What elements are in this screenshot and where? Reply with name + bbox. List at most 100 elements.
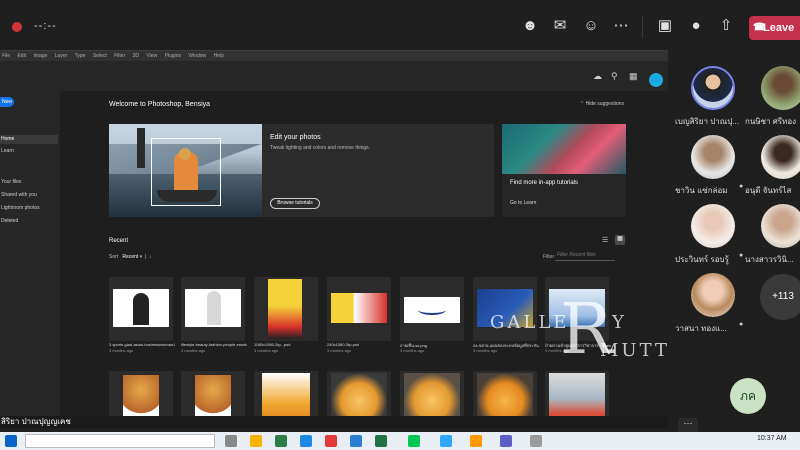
watermark-gallery: GALLE <box>490 312 570 333</box>
participant-name: ชาวิน แซ่กล่อม <box>675 186 728 195</box>
sort-value[interactable]: Recent <box>122 254 138 260</box>
people-icon[interactable]: ☻ <box>521 17 539 35</box>
menu-edit[interactable]: Edit <box>17 53 26 59</box>
flamingo-image <box>502 124 626 174</box>
app-icon-2[interactable] <box>530 435 542 447</box>
sidebar-item-learn[interactable]: Learn <box>0 147 58 156</box>
muted-mic-icon: ● <box>739 183 744 190</box>
filter-label: Filter <box>543 254 555 260</box>
menu-3d[interactable]: 3D <box>133 53 139 59</box>
file-preview <box>185 289 241 327</box>
filter-input[interactable]: Filter Recent files <box>555 252 615 261</box>
hero-selection <box>151 138 221 206</box>
menu-filter[interactable]: Filter <box>114 53 125 59</box>
gift-icon[interactable]: ▦ <box>629 71 638 82</box>
sort-label: Sort <box>109 254 119 260</box>
new-file-button[interactable]: New <box>0 97 14 107</box>
photoshop-menubar: File Edit Image Layer Type Select Filter… <box>0 51 668 61</box>
menu-image[interactable]: Image <box>33 53 47 59</box>
recent-title: Recent <box>109 238 129 244</box>
menu-help[interactable]: Help <box>214 53 224 59</box>
chrome-icon[interactable] <box>275 435 287 447</box>
menu-type[interactable]: Type <box>75 53 86 59</box>
file-preview <box>113 289 169 327</box>
browse-tutorials-button[interactable]: Browse tutorials <box>270 198 320 209</box>
more-actions-icon[interactable]: ⋯ <box>612 17 630 35</box>
watermark-mutt: MUTT <box>600 340 670 361</box>
file-name: 240x1080-3tp.psd <box>327 342 360 347</box>
menu-layer[interactable]: Layer <box>55 53 68 59</box>
participant-avatar <box>691 66 735 110</box>
user-avatar[interactable] <box>649 73 663 87</box>
participant-name: ประวินทร์ รอบรู้ <box>675 255 729 264</box>
photoshop-icon[interactable] <box>440 435 452 447</box>
sort-control[interactable]: Sort Recent ▾ | ↓ <box>109 254 151 260</box>
file-thumb-3[interactable] <box>254 277 318 341</box>
chat-icon[interactable]: ✉ <box>551 17 569 35</box>
file-thumb-4[interactable] <box>327 277 391 341</box>
hide-suggestions-label: Hide suggestions <box>585 101 624 107</box>
participant-avatar <box>761 204 800 248</box>
menu-window[interactable]: Window <box>188 53 206 59</box>
participants-gallery: เบญสิริยา ปาณปุ... กนษิชา ศรีทอง ชาวิน แ… <box>670 50 800 430</box>
sidebar-item-deleted[interactable]: Deleted <box>0 217 58 226</box>
excel-icon[interactable] <box>375 435 387 447</box>
taskbar-clock: 10:37 AM <box>757 435 787 442</box>
menu-select[interactable]: Select <box>93 53 107 59</box>
menu-plugins[interactable]: Plugins <box>165 53 181 59</box>
meeting-timer: --:-- <box>34 20 57 32</box>
file-name: 3 sports-glad-asian-businesswoman-black-… <box>109 342 175 347</box>
leave-button[interactable]: ☎ Leave <box>749 16 800 40</box>
hide-suggestions-link[interactable]: ⌃ Hide suggestions <box>580 101 624 107</box>
hero-toolbar <box>137 128 145 168</box>
more-participants-count[interactable]: +113 <box>760 274 800 320</box>
file-preview <box>331 293 387 323</box>
self-avatar[interactable]: ภค <box>730 378 766 414</box>
reactions-icon[interactable]: ☺ <box>582 17 600 35</box>
camera-off-icon[interactable]: ▣ <box>656 17 674 35</box>
muted-mic-icon: ● <box>739 321 744 328</box>
menu-view[interactable]: View <box>146 53 157 59</box>
file-date: 3 months ago <box>181 348 206 353</box>
sidebar-item-your-files[interactable]: Your files <box>0 178 58 187</box>
participant-name: นางสาวรวินิ... <box>745 255 794 264</box>
photoshop-header: ☁ ⚲ ▦ <box>0 61 668 91</box>
task-view-icon[interactable] <box>225 435 237 447</box>
search-icon[interactable]: ⚲ <box>611 71 618 82</box>
taskbar-search-input[interactable] <box>25 434 215 448</box>
sidebar-item-lightroom[interactable]: Lightroom photos <box>0 204 58 213</box>
leave-label: Leave <box>763 22 795 34</box>
mic-off-icon[interactable]: ● <box>687 17 705 35</box>
teams-icon[interactable] <box>500 435 512 447</box>
cloud-icon[interactable]: ☁ <box>593 71 602 82</box>
file-thumb-2[interactable] <box>181 277 245 341</box>
watermark-y: Y <box>612 312 627 333</box>
start-icon[interactable] <box>5 435 17 447</box>
list-view-icon[interactable]: ☰ <box>602 236 611 245</box>
more-options-button[interactable]: ⋯ <box>678 418 698 432</box>
go-to-learn-link[interactable]: Go to Learn <box>510 200 536 206</box>
sidebar-item-shared[interactable]: Shared with you <box>0 191 58 200</box>
participant-name: วาสนา ทองแ... <box>675 324 727 333</box>
participant-avatar <box>691 204 735 248</box>
word-icon[interactable] <box>350 435 362 447</box>
app-icon[interactable] <box>325 435 337 447</box>
edge-icon[interactable] <box>300 435 312 447</box>
participant-avatar <box>761 66 800 110</box>
participant-avatar <box>691 273 735 317</box>
file-thumb-5[interactable] <box>400 277 464 341</box>
edit-card-desc: Tweak lighting and colors and remove thi… <box>270 145 371 151</box>
grid-view-icon[interactable]: ▦ <box>615 235 625 245</box>
file-preview <box>404 297 460 323</box>
sidebar-item-home[interactable]: Home <box>0 135 58 144</box>
file-explorer-icon[interactable] <box>250 435 262 447</box>
share-screen-icon[interactable]: ⇧ <box>717 17 735 35</box>
illustrator-icon[interactable] <box>470 435 482 447</box>
file-preview <box>268 279 302 339</box>
file-thumb-1[interactable] <box>109 277 173 341</box>
toolbar-divider <box>642 16 643 38</box>
menu-file[interactable]: File <box>2 53 10 59</box>
file-date: 3 months ago <box>109 348 134 353</box>
tutorials-card[interactable]: Find more in-app tutorials Go to Learn <box>502 124 626 217</box>
line-icon[interactable] <box>408 435 420 447</box>
